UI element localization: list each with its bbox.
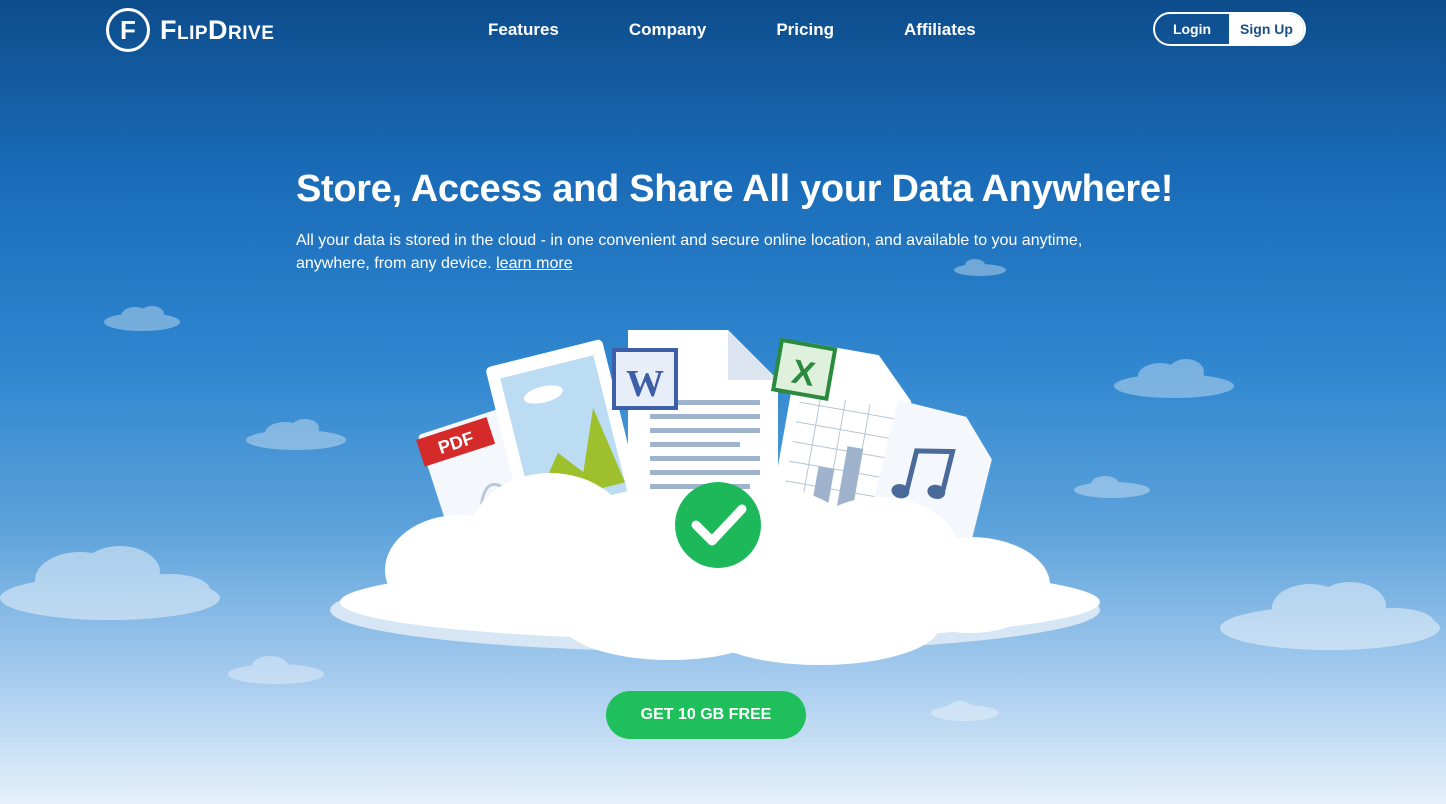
nav-item-pricing[interactable]: Pricing [776,20,834,40]
hero-subtitle: All your data is stored in the cloud - i… [296,229,1096,275]
main-nav: Features Company Pricing Affiliates [488,20,1046,40]
nav-item-features[interactable]: Features [488,20,559,40]
word-label: W [626,363,664,405]
hero-subtitle-text: All your data is stored in the cloud - i… [296,232,1083,272]
nav-item-affiliates[interactable]: Affiliates [904,20,976,40]
brand-logo[interactable]: F FlipDrive [106,8,274,52]
logo-mark-icon: F [106,8,150,52]
hero-title: Store, Access and Share All your Data An… [296,168,1174,210]
site-header: F FlipDrive Features Company Pricing Aff… [0,0,1446,62]
login-button[interactable]: Login [1155,14,1229,44]
signup-button[interactable]: Sign Up [1229,14,1304,44]
cloud-files-illustration: PDF W X [330,330,1100,665]
learn-more-link[interactable]: learn more [496,255,572,272]
get-free-storage-button[interactable]: GET 10 GB FREE [606,691,806,739]
auth-buttons: Login Sign Up [1153,12,1306,46]
check-icon [675,482,761,568]
nav-item-company[interactable]: Company [629,20,706,40]
brand-name: FlipDrive [160,14,275,45]
